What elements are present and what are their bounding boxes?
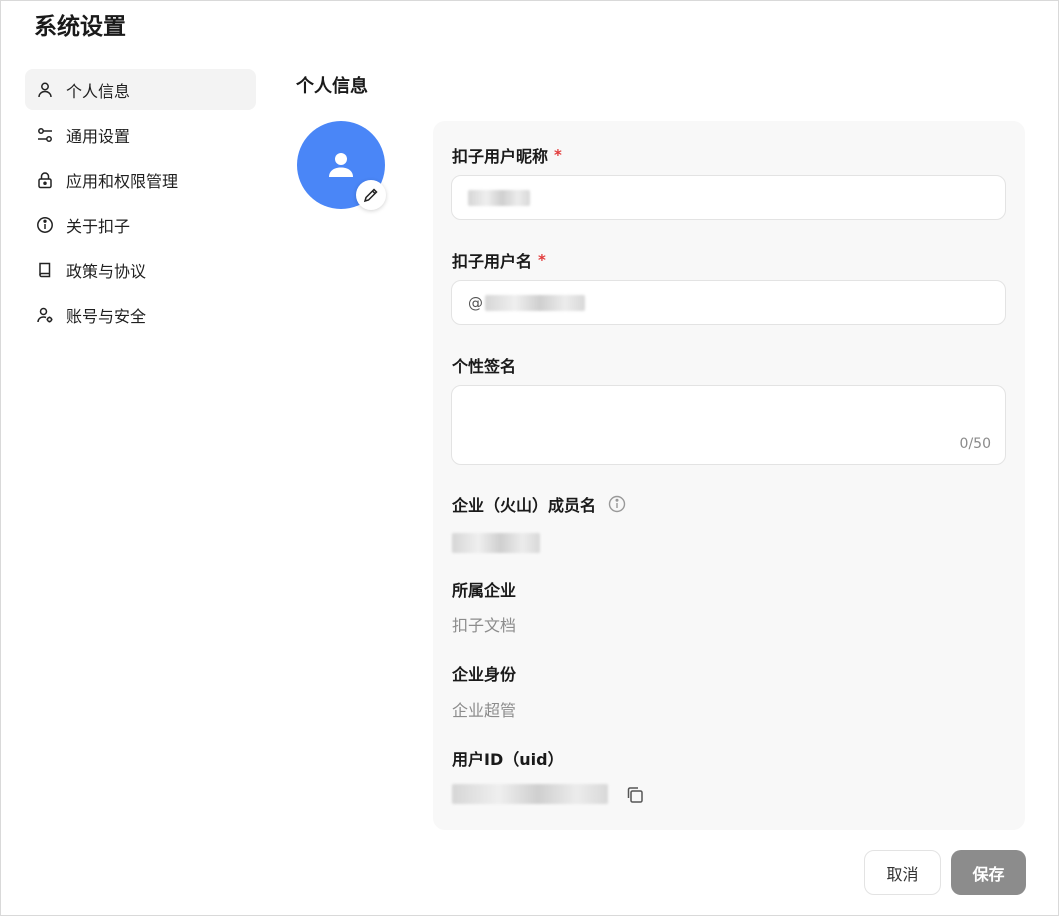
redacted-uid <box>452 784 608 804</box>
member-name-label: 企业（火山）成员名 <box>452 492 626 516</box>
cancel-button[interactable]: 取消 <box>864 850 941 895</box>
nickname-input[interactable] <box>451 175 1006 220</box>
sidebar: 个人信息 通用设置 应用和权限管理 关于扣子 政策与协议 账号与安全 <box>25 69 256 339</box>
sidebar-item-label: 通用设置 <box>66 126 131 146</box>
username-prefix: @ <box>468 293 483 312</box>
sidebar-item-label: 政策与协议 <box>66 261 147 281</box>
required-mark: * <box>554 146 562 164</box>
info-icon[interactable] <box>608 495 626 513</box>
member-name-value <box>452 533 540 557</box>
profile-form-card: 扣子用户昵称 * 扣子用户名 * @ 个性签名 0/50 企业（火山）成员名 所… <box>433 121 1025 830</box>
book-icon <box>36 261 54 279</box>
sidebar-item-app-permissions[interactable]: 应用和权限管理 <box>25 159 256 200</box>
page-title: 个人信息 <box>296 76 368 97</box>
sidebar-item-about[interactable]: 关于扣子 <box>25 204 256 245</box>
signature-label: 个性签名 <box>452 357 517 376</box>
copy-icon[interactable] <box>625 785 645 805</box>
identity-value: 企业超管 <box>452 701 517 720</box>
save-button[interactable]: 保存 <box>951 850 1026 895</box>
sidebar-item-general-settings[interactable]: 通用设置 <box>25 114 256 155</box>
sidebar-item-label: 个人信息 <box>66 81 131 101</box>
user-gear-icon <box>36 306 54 324</box>
window-title: 系统设置 <box>34 14 126 40</box>
username-input[interactable]: @ <box>451 280 1006 325</box>
enterprise-value: 扣子文档 <box>452 616 517 635</box>
sidebar-item-account-security[interactable]: 账号与安全 <box>25 294 256 335</box>
sidebar-item-policy[interactable]: 政策与协议 <box>25 249 256 290</box>
signature-textarea[interactable]: 0/50 <box>451 385 1006 465</box>
sidebar-item-personal-info[interactable]: 个人信息 <box>25 69 256 110</box>
username-label: 扣子用户名 * <box>452 251 546 271</box>
sidebar-item-label: 应用和权限管理 <box>66 171 179 191</box>
user-icon <box>36 81 54 99</box>
pencil-icon <box>363 188 378 203</box>
enterprise-label: 所属企业 <box>452 581 517 600</box>
character-counter: 0/50 <box>959 436 991 452</box>
edit-avatar-button[interactable] <box>356 180 386 210</box>
user-avatar-icon <box>329 153 353 177</box>
uid-label: 用户ID（uid） <box>452 750 564 769</box>
nickname-label: 扣子用户昵称 * <box>452 146 562 166</box>
redacted-username <box>485 294 585 311</box>
sidebar-item-label: 关于扣子 <box>66 216 131 236</box>
identity-label: 企业身份 <box>452 665 517 684</box>
redacted-member-name <box>452 533 540 553</box>
redacted-nickname <box>468 189 530 206</box>
info-icon <box>36 216 54 234</box>
uid-value <box>452 784 608 808</box>
sliders-icon <box>36 126 54 144</box>
lock-icon <box>36 171 54 189</box>
sidebar-item-label: 账号与安全 <box>66 306 147 326</box>
required-mark: * <box>538 251 546 269</box>
